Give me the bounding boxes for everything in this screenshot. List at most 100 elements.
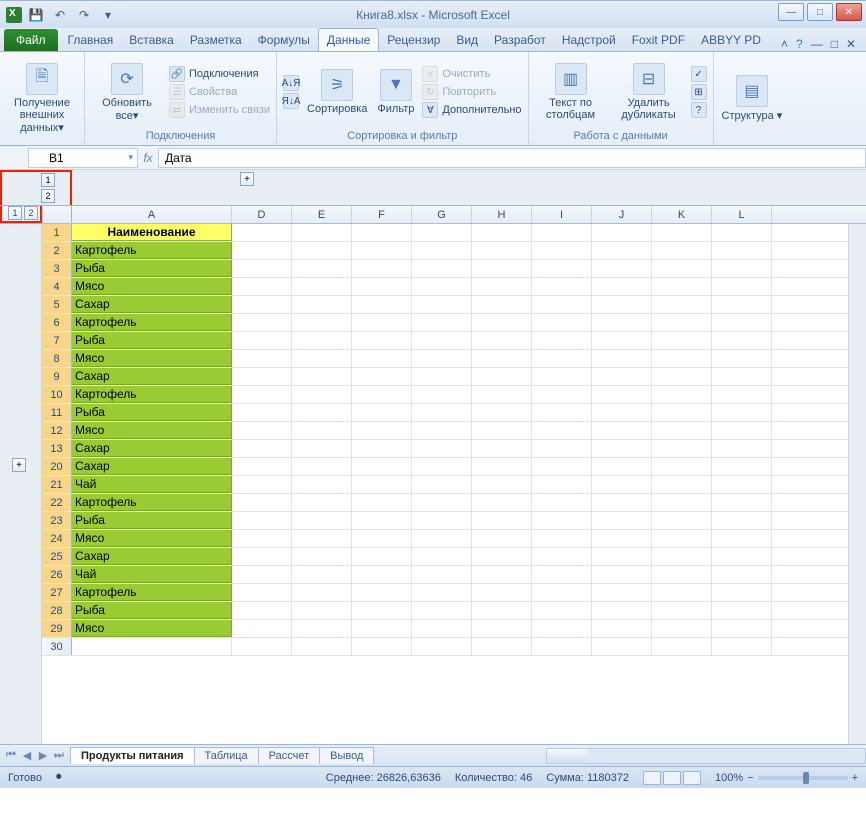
row-header-1[interactable]: 1 bbox=[42, 224, 72, 241]
cell-empty[interactable] bbox=[712, 404, 772, 421]
filter-button[interactable]: ▼ Фильтр bbox=[375, 67, 416, 117]
cell-A13[interactable]: Сахар bbox=[72, 440, 232, 457]
cell-empty[interactable] bbox=[712, 620, 772, 637]
cell-empty[interactable] bbox=[712, 260, 772, 277]
row-header-13[interactable]: 13 bbox=[42, 440, 72, 457]
cell-empty[interactable] bbox=[472, 314, 532, 331]
cell-empty[interactable] bbox=[712, 368, 772, 385]
cell-A21[interactable]: Чай bbox=[72, 476, 232, 493]
cell-empty[interactable] bbox=[532, 386, 592, 403]
cell-empty[interactable] bbox=[592, 512, 652, 529]
cell-empty[interactable] bbox=[652, 638, 712, 655]
cell-empty[interactable] bbox=[592, 566, 652, 583]
row-header-24[interactable]: 24 bbox=[42, 530, 72, 547]
cell-empty[interactable] bbox=[532, 512, 592, 529]
row-header-2[interactable]: 2 bbox=[42, 242, 72, 259]
cell-empty[interactable] bbox=[352, 494, 412, 511]
cell-empty[interactable] bbox=[712, 602, 772, 619]
col-outline-level-2[interactable]: 2 bbox=[41, 189, 55, 203]
cell-empty[interactable] bbox=[592, 638, 652, 655]
cell-empty[interactable] bbox=[232, 314, 292, 331]
cell-empty[interactable] bbox=[652, 314, 712, 331]
cell-empty[interactable] bbox=[352, 458, 412, 475]
row-header-6[interactable]: 6 bbox=[42, 314, 72, 331]
cell-empty[interactable] bbox=[292, 350, 352, 367]
cell-empty[interactable] bbox=[712, 350, 772, 367]
cell-A5[interactable]: Сахар bbox=[72, 296, 232, 313]
cell-empty[interactable] bbox=[352, 602, 412, 619]
row-header-25[interactable]: 25 bbox=[42, 548, 72, 565]
cell-empty[interactable] bbox=[292, 386, 352, 403]
sheet-tab-output[interactable]: Вывод bbox=[319, 747, 374, 764]
cell-empty[interactable] bbox=[352, 314, 412, 331]
zoom-level[interactable]: 100% bbox=[715, 772, 743, 784]
cell-A29[interactable]: Мясо bbox=[72, 620, 232, 637]
data-validation-button[interactable]: ✓ bbox=[691, 66, 707, 82]
cell-empty[interactable] bbox=[292, 260, 352, 277]
cell-empty[interactable] bbox=[472, 422, 532, 439]
tab-view[interactable]: Вид bbox=[448, 29, 486, 51]
cell-empty[interactable] bbox=[232, 242, 292, 259]
cell-empty[interactable] bbox=[232, 278, 292, 295]
cell-empty[interactable] bbox=[412, 314, 472, 331]
cell-empty[interactable] bbox=[652, 530, 712, 547]
zoom-in-button[interactable]: + bbox=[852, 772, 858, 784]
cell-empty[interactable] bbox=[712, 476, 772, 493]
cell-empty[interactable] bbox=[652, 224, 712, 241]
cell-empty[interactable] bbox=[412, 548, 472, 565]
cell-empty[interactable] bbox=[292, 530, 352, 547]
cell-empty[interactable] bbox=[652, 386, 712, 403]
cell-empty[interactable] bbox=[472, 548, 532, 565]
row-header-20[interactable]: 20 bbox=[42, 458, 72, 475]
cell-empty[interactable] bbox=[472, 602, 532, 619]
row-header-27[interactable]: 27 bbox=[42, 584, 72, 601]
cell-empty[interactable] bbox=[412, 278, 472, 295]
cell-empty[interactable] bbox=[352, 566, 412, 583]
remove-duplicates-button[interactable]: ⊟ Удалить дубликаты bbox=[613, 61, 685, 123]
tab-insert[interactable]: Вставка bbox=[121, 29, 182, 51]
row-header-10[interactable]: 10 bbox=[42, 386, 72, 403]
zoom-out-button[interactable]: − bbox=[747, 772, 753, 784]
sheet-tab-table[interactable]: Таблица bbox=[194, 747, 259, 764]
cell-empty[interactable] bbox=[592, 314, 652, 331]
name-box[interactable]: B1 bbox=[28, 148, 138, 168]
view-layout-button[interactable] bbox=[663, 771, 681, 785]
cell-empty[interactable] bbox=[232, 332, 292, 349]
cell-empty[interactable] bbox=[652, 278, 712, 295]
cell-empty[interactable] bbox=[292, 584, 352, 601]
cell-empty[interactable] bbox=[412, 638, 472, 655]
cell-empty[interactable] bbox=[712, 512, 772, 529]
cell-A27[interactable]: Картофель bbox=[72, 584, 232, 601]
cell-empty[interactable] bbox=[652, 458, 712, 475]
cell-empty[interactable] bbox=[412, 602, 472, 619]
tab-data[interactable]: Данные bbox=[318, 28, 379, 51]
sheet-nav-next[interactable]: ▶ bbox=[36, 749, 50, 762]
cell-empty[interactable] bbox=[292, 368, 352, 385]
macro-record-icon[interactable]: ⏺ bbox=[56, 771, 62, 784]
row-header-29[interactable]: 29 bbox=[42, 620, 72, 637]
cell-empty[interactable] bbox=[472, 368, 532, 385]
cell-A11[interactable]: Рыба bbox=[72, 404, 232, 421]
minimize-ribbon-icon[interactable]: ˄ bbox=[781, 37, 788, 51]
column-header-H[interactable]: H bbox=[472, 206, 532, 223]
sheet-tab-calc[interactable]: Рассчет bbox=[258, 747, 321, 764]
cell-empty[interactable] bbox=[652, 512, 712, 529]
cell-empty[interactable] bbox=[352, 332, 412, 349]
tab-developer[interactable]: Разработ bbox=[486, 29, 554, 51]
cell-empty[interactable] bbox=[292, 620, 352, 637]
sheet-nav-last[interactable]: ⏭ bbox=[52, 749, 66, 762]
sort-button[interactable]: ⚞ Сортировка bbox=[305, 67, 369, 117]
cell-empty[interactable] bbox=[352, 620, 412, 637]
cell-empty[interactable] bbox=[472, 584, 532, 601]
cell-A22[interactable]: Картофель bbox=[72, 494, 232, 511]
cell-empty[interactable] bbox=[352, 386, 412, 403]
cell-empty[interactable] bbox=[712, 242, 772, 259]
cell-empty[interactable] bbox=[532, 494, 592, 511]
cell-empty[interactable] bbox=[472, 530, 532, 547]
cell-empty[interactable] bbox=[652, 368, 712, 385]
cell-empty[interactable] bbox=[652, 296, 712, 313]
vertical-scrollbar[interactable] bbox=[848, 224, 866, 744]
cell-empty[interactable] bbox=[592, 494, 652, 511]
cell-A10[interactable]: Картофель bbox=[72, 386, 232, 403]
tab-foxit[interactable]: Foxit PDF bbox=[624, 29, 693, 51]
